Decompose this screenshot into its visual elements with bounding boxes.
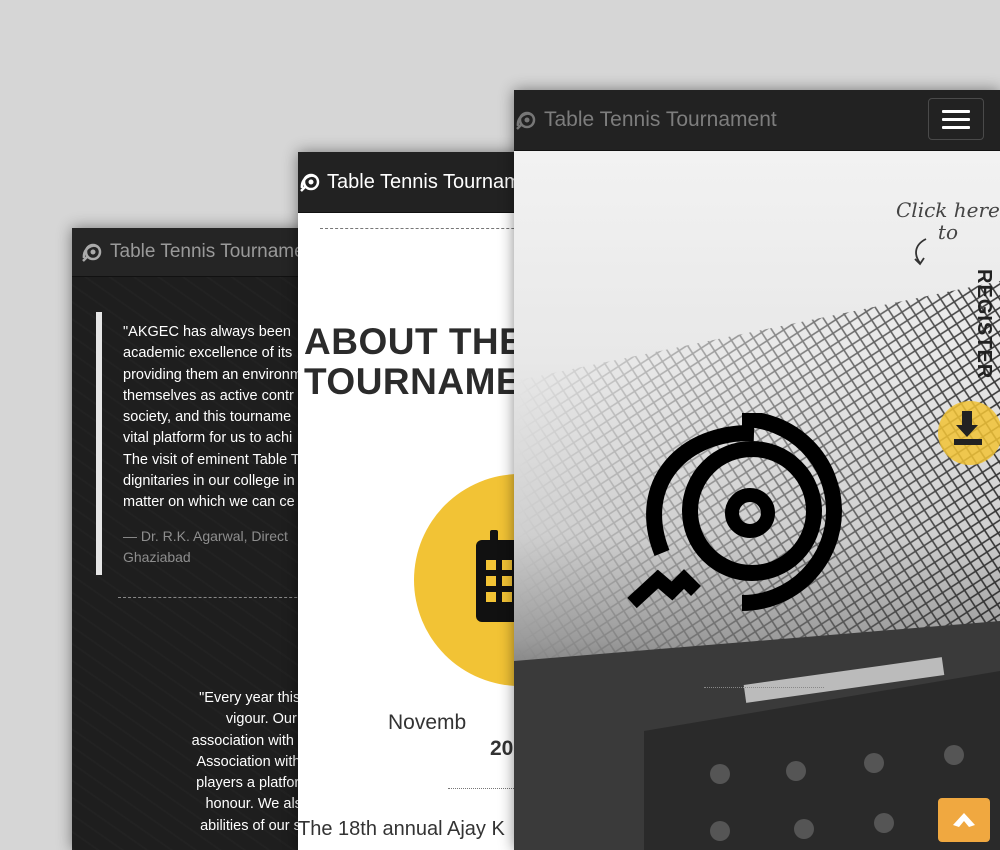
brand-title: Table Tennis Tournament: [544, 108, 777, 131]
chevron-up-icon: [953, 813, 975, 827]
quote-line: vital platform for us to achi: [123, 430, 293, 447]
download-button[interactable]: [938, 401, 1000, 465]
table-tennis-logo-icon: [300, 173, 320, 192]
dashed-divider: [118, 597, 312, 598]
navbar-brand[interactable]: Table Tennis Tournament: [80, 240, 312, 264]
mobile-screen-about: Table Tennis Tournament ABOUT THE TOURNA…: [298, 152, 538, 850]
hamburger-icon: [942, 125, 970, 129]
quote-line: association with the Ghaziabad: [191, 732, 312, 749]
navbar: Table Tennis Tournament: [298, 152, 538, 213]
quote-line: themselves as active contr: [123, 387, 294, 404]
date-month: Novemb: [388, 711, 467, 734]
table-tennis-logo-icon: [516, 111, 536, 130]
quote-line: academic excellence of its: [123, 345, 293, 362]
dashed-divider: [320, 228, 538, 229]
quote-line: providing them an environm: [123, 366, 302, 383]
quote-line: honour. We also feel proud: [205, 796, 312, 813]
download-icon: [954, 411, 982, 445]
menu-toggle-button[interactable]: [928, 98, 984, 140]
navbar-brand[interactable]: Table Tennis Tournament: [514, 108, 777, 132]
table-tennis-logo-icon: [82, 243, 102, 262]
heading-line: ABOUT THE: [304, 321, 525, 362]
quote-line: society, and this tourname: [123, 409, 292, 426]
heading-line: TOURNAMEN: [304, 361, 538, 402]
director-quote: "AKGEC has always been academic excellen…: [96, 312, 312, 575]
brand-title: Table Tennis Tournament: [110, 241, 312, 262]
citation-line: — Dr. R.K. Agarwal, Direct: [123, 527, 288, 544]
dotted-divider: [704, 687, 824, 688]
hero-section: Click here to REGISTER: [514, 151, 1000, 850]
intro-paragraph: The 18th annual Ajay K: [298, 818, 505, 840]
hamburger-icon: [942, 109, 970, 113]
mobile-screen-home: Click here to REGISTER Table Tennis Tour…: [514, 90, 1000, 850]
navbar-brand[interactable]: Table Tennis Tournament: [298, 170, 538, 194]
about-heading: ABOUT THE TOURNAMEN: [304, 322, 538, 402]
quote-line: Association with a motive to p: [196, 753, 312, 770]
note-line: to: [937, 220, 958, 244]
arrow-down-icon: [914, 238, 927, 266]
quote-line: abilities of our student conve: [200, 817, 312, 834]
quote-line: "Every year this tournament i: [199, 690, 312, 706]
quote-line: matter on which we can ce: [123, 494, 295, 511]
hamburger-icon: [942, 117, 970, 121]
quote-line: "AKGEC has always been: [123, 324, 291, 340]
brand-title: Table Tennis Tournament: [327, 170, 538, 193]
navbar: Table Tennis Tournament: [72, 228, 312, 277]
navbar: Table Tennis Tournament: [514, 90, 1000, 151]
table-tennis-logo-large: [627, 413, 842, 611]
quote-text: "AKGEC has always been academic excellen…: [123, 322, 312, 514]
quote-citation: — Dr. R.K. Agarwal, Direct Ghaziabad: [123, 526, 312, 568]
college-quote: "Every year this tournament i vigour. Ou…: [82, 688, 312, 837]
quote-line: The visit of eminent Table T: [123, 451, 300, 468]
mobile-screen-quotes: Table Tennis Tournament "AKGEC has alway…: [72, 228, 312, 850]
quote-line: dignitaries in our college in: [123, 473, 295, 490]
register-link[interactable]: REGISTER: [972, 269, 995, 379]
back-to-top-button[interactable]: [938, 798, 990, 842]
quote-line: players a platform to showcas: [196, 775, 312, 792]
note-line: Click here: [896, 198, 1000, 222]
citation-line: Ghaziabad: [123, 548, 191, 565]
